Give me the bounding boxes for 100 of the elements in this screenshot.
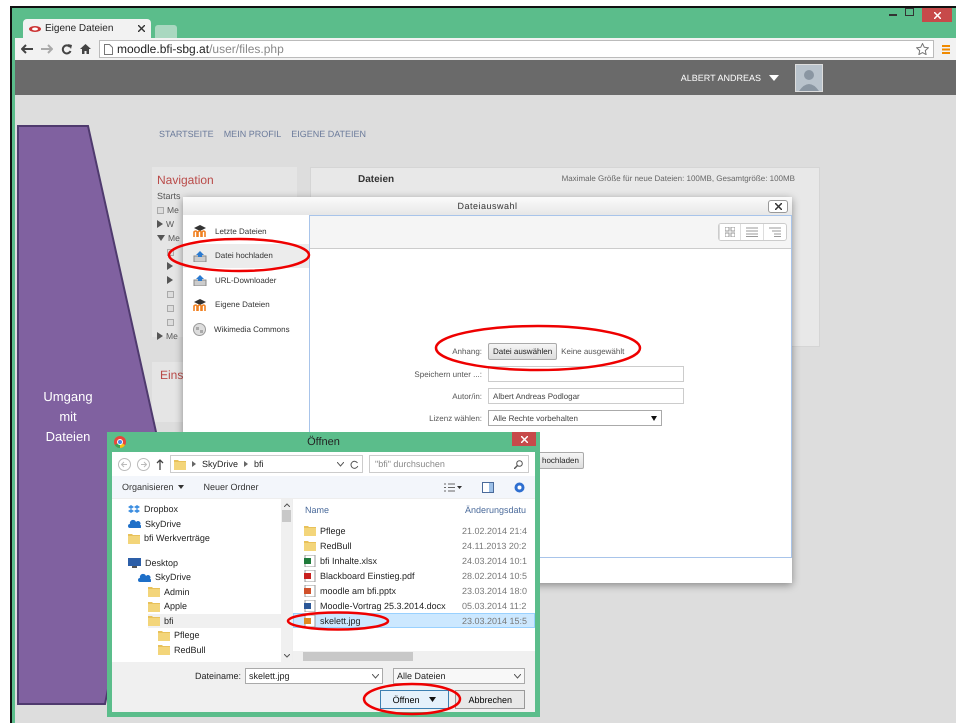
author-field[interactable]: Albert Andreas Podlogar: [488, 388, 684, 404]
source-item[interactable]: Eigene Dateien: [183, 292, 309, 317]
file-row[interactable]: Blackboard Einstieg.pdf 28.02.2014 10:5: [293, 568, 535, 583]
file-name: Moodle-Vortrag 25.3.2014.docx: [320, 600, 446, 610]
cancel-button[interactable]: Abbrechen: [455, 690, 525, 709]
file-row[interactable]: moodle am bfi.pptx 23.03.2014 18:0: [293, 583, 535, 598]
file-row[interactable]: bfi Inhalte.xlsx 24.03.2014 10:1: [293, 553, 535, 568]
folder-icon: [148, 586, 160, 598]
bullet-icon: [167, 318, 174, 326]
source-item[interactable]: Wikimedia Commons: [183, 317, 309, 342]
cloud-icon: [138, 572, 151, 582]
file-row[interactable]: RedBull 24.11.2013 20:2: [293, 538, 535, 553]
address-field[interactable]: moodle.bfi-sbg.at/user/files.php: [99, 40, 934, 58]
organize-menu[interactable]: Organisieren: [122, 482, 174, 492]
folder-tree-item[interactable]: Desktop: [128, 556, 281, 570]
file-name: Blackboard Einstieg.pdf: [320, 570, 415, 580]
nav-link[interactable]: Me: [167, 205, 179, 215]
field-label: Dateiname:: [194, 671, 241, 681]
license-dropdown[interactable]: Alle Rechte vorbehalten: [488, 410, 662, 426]
file-date: 23.03.2014 15:5: [462, 616, 528, 626]
file-name: RedBull: [320, 540, 352, 550]
search-field[interactable]: "bfi" durchsuchen: [369, 455, 529, 473]
file-row[interactable]: Pflege 21.02.2014 21:4: [293, 523, 535, 538]
folder-tree-item[interactable]: Admin: [148, 584, 281, 599]
callout-text: Umgang mit Dateien: [42, 388, 94, 446]
folder-tree-item[interactable]: bfi Werkverträge: [128, 531, 281, 546]
nav-link[interactable]: W: [166, 219, 174, 229]
file-type-dropdown[interactable]: Alle Dateien: [393, 668, 525, 684]
document-file-icon: [304, 600, 316, 612]
scroll-down-icon[interactable]: [284, 654, 290, 658]
home-icon[interactable]: [80, 44, 91, 54]
close-icon[interactable]: [138, 25, 145, 32]
file-row[interactable]: skelett.jpg 23.03.2014 15:5: [293, 613, 535, 628]
folder-tree-item[interactable]: Dropbox: [128, 502, 281, 516]
folder-icon: [128, 532, 140, 544]
file-name: Pflege: [320, 526, 346, 536]
folder-tree-item[interactable]: SkyDrive: [138, 570, 281, 584]
folder-icon: [304, 540, 316, 551]
panel-title: Dateien: [358, 174, 394, 185]
star-icon[interactable]: [916, 43, 929, 55]
file-date: 23.03.2014 18:0: [462, 586, 528, 596]
expand-triangle-icon[interactable]: [157, 220, 163, 228]
folder-tree-item[interactable]: Pflege: [158, 628, 281, 642]
file-date: 24.03.2014 10:1: [462, 556, 528, 566]
source-item[interactable]: URL-Downloader: [183, 268, 309, 292]
browser-tab[interactable]: Eigene Dateien: [23, 19, 151, 38]
bullet-icon: [157, 206, 164, 214]
save-as-field[interactable]: [488, 366, 684, 382]
up-arrow-icon[interactable]: [156, 458, 164, 470]
folder-tree-item[interactable]: RedBull: [158, 642, 281, 657]
scroll-thumb[interactable]: [282, 510, 291, 522]
folder-icon: [158, 630, 170, 641]
source-item[interactable]: Datei hochladen: [183, 244, 309, 268]
new-folder-button[interactable]: Neuer Ordner: [204, 482, 259, 492]
collapse-triangle-icon[interactable]: [157, 235, 165, 241]
block-title: Navigation: [157, 173, 215, 187]
column-header[interactable]: Name: [305, 505, 465, 521]
refresh-icon[interactable]: [350, 460, 359, 468]
browser-logo-icon: [114, 436, 126, 448]
open-button[interactable]: Öffnen: [380, 690, 450, 709]
back-arrow-icon[interactable]: [21, 44, 33, 54]
path-segment[interactable]: SkyDrive: [202, 459, 238, 469]
caret-icon[interactable]: [178, 485, 184, 489]
nav-link[interactable]: Me: [166, 331, 178, 341]
nav-link[interactable]: Starts: [157, 191, 289, 201]
user-name[interactable]: ALBERT ANDREAS: [680, 72, 761, 82]
folder-tree-item[interactable]: SkyDrive: [128, 516, 281, 531]
view-options-icon[interactable]: [444, 482, 462, 492]
choose-file-button[interactable]: Datei auswählen: [488, 343, 558, 360]
file-row[interactable]: Moodle-Vortrag 25.3.2014.docx 05.03.2014 11:2: [293, 598, 535, 613]
scroll-up-icon[interactable]: [284, 503, 290, 507]
reload-icon[interactable]: [61, 44, 72, 54]
file-name: skelett.jpg: [320, 616, 361, 626]
field-label: Autor/in:: [451, 392, 482, 400]
pdf-file-icon: [304, 570, 316, 582]
expand-triangle-icon[interactable]: [157, 332, 163, 340]
nav-link[interactable]: Me: [168, 233, 180, 243]
scroll-thumb[interactable]: [303, 652, 413, 661]
help-icon[interactable]: [514, 482, 525, 492]
site-icon: [29, 26, 41, 32]
maximize-icon[interactable]: [905, 8, 914, 16]
scrollbar[interactable]: [281, 499, 292, 662]
preview-pane-icon[interactable]: [482, 482, 494, 492]
image-file-icon: [304, 614, 316, 626]
filename-field[interactable]: skelett.jpg: [245, 668, 383, 684]
chevron-icon: [192, 461, 196, 467]
close-icon: [520, 436, 528, 442]
path-segment[interactable]: bfi: [254, 459, 264, 469]
folder-tree-item[interactable]: Apple: [148, 599, 281, 614]
caret-icon[interactable]: [769, 74, 779, 80]
path-field[interactable]: SkyDrive bfi: [170, 455, 363, 473]
page-icon: [104, 44, 113, 54]
field-label: Anhang:: [451, 347, 482, 356]
upload-button[interactable]: hochladen: [537, 452, 584, 469]
file-date: 28.02.2014 10:5: [462, 570, 528, 580]
column-header[interactable]: Änderungsdatu: [465, 505, 535, 521]
source-item[interactable]: Letzte Dateien: [183, 219, 309, 244]
upload-icon: [193, 250, 207, 262]
folder-tree-item[interactable]: bfi: [148, 614, 281, 628]
close-button[interactable]: [768, 200, 788, 213]
